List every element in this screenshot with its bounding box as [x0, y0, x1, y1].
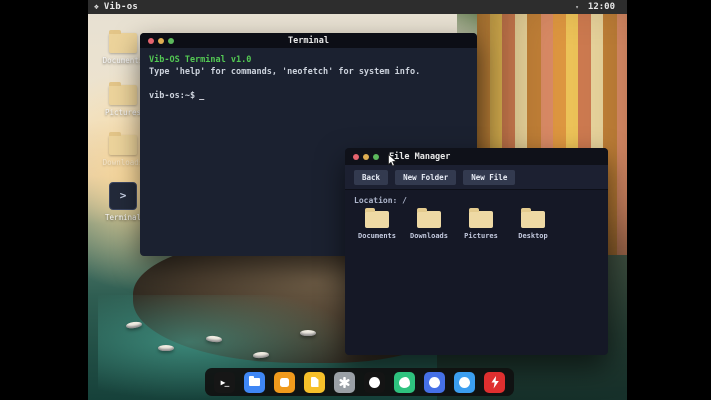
terminal-line-banner: Vib-OS Terminal v1.0	[149, 54, 468, 66]
menubar: ❖ Vib-os ▾ 12:00	[88, 0, 627, 14]
wallpaper-boat	[300, 330, 316, 336]
minimize-icon[interactable]	[363, 154, 369, 160]
mouse-pointer-icon	[388, 152, 397, 171]
desktop-icon-label: Downloads	[101, 158, 145, 167]
asterisk-glyph	[339, 377, 350, 388]
menubar-title[interactable]: Vib-os	[104, 2, 138, 12]
file-manager-window-title: File Manager	[389, 152, 450, 162]
terminal-blank-line	[149, 78, 468, 90]
clock[interactable]: 12:00	[588, 2, 615, 12]
folder-item-pictures[interactable]: Pictures	[458, 211, 504, 240]
dock-browser-icon[interactable]	[424, 372, 445, 393]
maximize-icon[interactable]	[373, 154, 379, 160]
desktop: ❖ Vib-os ▾ 12:00 Documents Pictures Down…	[88, 0, 627, 400]
file-manager-titlebar[interactable]: File Manager	[345, 148, 608, 165]
window-controls	[353, 154, 379, 160]
dock-blue-circle-app-icon[interactable]	[454, 372, 475, 393]
terminal-cursor: _	[199, 91, 204, 101]
folder-icon	[417, 211, 441, 228]
dock-dark-circle-app-icon[interactable]	[364, 372, 385, 393]
wallpaper-boat	[158, 345, 174, 351]
dock-power-icon[interactable]	[484, 372, 505, 393]
folder-icon	[109, 85, 137, 105]
terminal-prompt-glyph: ▶_	[221, 378, 229, 387]
folder-glyph	[249, 378, 260, 386]
desktop-icon-label: Documents	[101, 56, 145, 65]
folder-icon	[365, 211, 389, 228]
file-manager-window: File Manager Back New Folder New File Lo…	[345, 148, 608, 355]
location-path: Location: /	[345, 190, 608, 208]
circle-glyph	[369, 377, 380, 388]
file-manager-grid: Documents Downloads Pictures Desktop	[345, 208, 608, 243]
os-logo-icon[interactable]: ❖	[94, 0, 99, 14]
terminal-window-title: Terminal	[140, 36, 477, 46]
terminal-line-help: Type 'help' for commands, 'neofetch' for…	[149, 66, 468, 78]
folder-icon	[109, 33, 137, 53]
folder-icon	[109, 135, 137, 155]
folder-item-downloads[interactable]: Downloads	[406, 211, 452, 240]
desktop-icon-documents[interactable]: Documents	[101, 33, 145, 65]
chevron-down-icon[interactable]: ▾	[575, 4, 579, 11]
document-glyph	[311, 377, 319, 387]
file-manager-toolbar: Back New Folder New File	[345, 165, 608, 190]
folder-name: Desktop	[510, 232, 556, 240]
screen: ❖ Vib-os ▾ 12:00 Documents Pictures Down…	[0, 0, 711, 400]
folder-item-desktop[interactable]: Desktop	[510, 211, 556, 240]
terminal-titlebar[interactable]: Terminal	[140, 33, 477, 48]
new-file-button[interactable]: New File	[463, 170, 515, 185]
dock-file-manager-icon[interactable]	[244, 372, 265, 393]
menubar-right: ▾ 12:00	[575, 2, 627, 12]
desktop-icon-pictures[interactable]: Pictures	[101, 85, 145, 117]
desktop-icon-downloads[interactable]: Downloads	[101, 135, 145, 167]
dock-messages-icon[interactable]	[394, 372, 415, 393]
folder-item-documents[interactable]: Documents	[354, 211, 400, 240]
dock: ▶_	[205, 368, 514, 396]
folder-name: Downloads	[406, 232, 452, 240]
desktop-icon-label: Terminal	[101, 213, 145, 222]
new-folder-button[interactable]: New Folder	[395, 170, 456, 185]
square-glyph	[280, 378, 289, 387]
folder-name: Pictures	[458, 232, 504, 240]
dock-orange-app-icon[interactable]	[274, 372, 295, 393]
dock-settings-icon[interactable]	[334, 372, 355, 393]
lightning-bolt-glyph	[490, 376, 500, 389]
dock-text-editor-icon[interactable]	[304, 372, 325, 393]
desktop-icon-label: Pictures	[101, 108, 145, 117]
desktop-icon-terminal[interactable]: > Terminal	[101, 182, 145, 222]
back-button[interactable]: Back	[354, 170, 388, 185]
circle-glyph	[429, 377, 440, 388]
close-icon[interactable]	[353, 154, 359, 160]
terminal-prompt: vib-os:~$	[149, 91, 195, 101]
terminal-prompt-line: vib-os:~$ _	[149, 90, 468, 102]
folder-icon	[521, 211, 545, 228]
terminal-icon: >	[109, 182, 137, 210]
folder-icon	[469, 211, 493, 228]
terminal-output[interactable]: Vib-OS Terminal v1.0 Type 'help' for com…	[140, 48, 477, 108]
dock-terminal-icon[interactable]: ▶_	[214, 372, 235, 393]
folder-name: Documents	[354, 232, 400, 240]
chat-blob-glyph	[399, 377, 410, 388]
circle-glyph	[459, 377, 470, 388]
